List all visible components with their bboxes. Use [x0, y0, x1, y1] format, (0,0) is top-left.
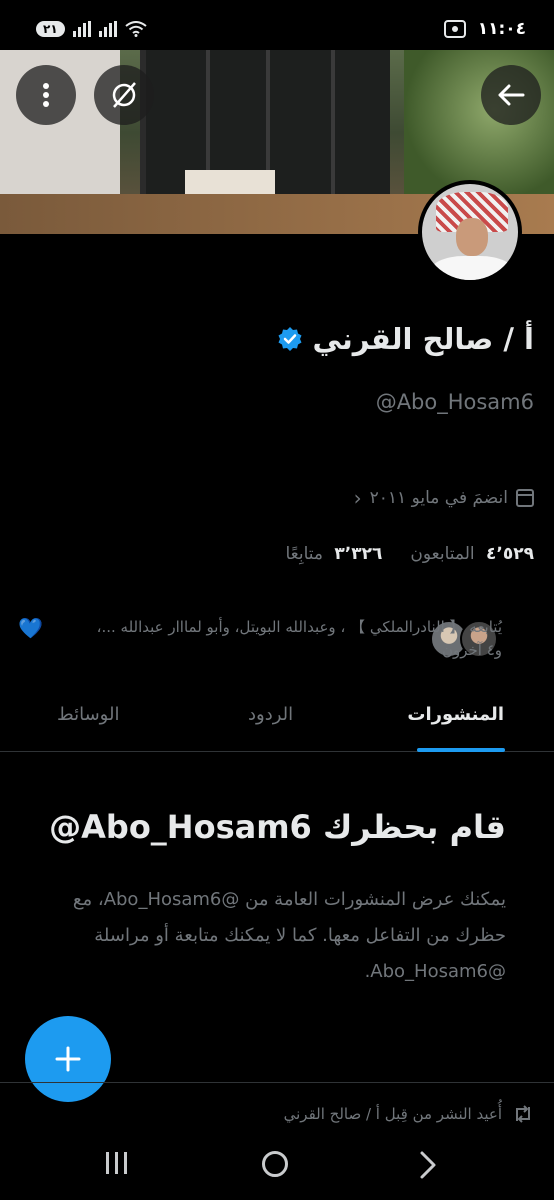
nav-back-button[interactable] — [418, 1150, 438, 1180]
tab-media[interactable]: الوسائط — [57, 704, 119, 725]
following-count: ٣٬٣٢٦ — [334, 544, 383, 564]
follow-stats: ٤٬٥٢٩ المتابعون ٣٬٣٢٦ متابِعًا — [285, 544, 534, 564]
status-bar: ٢١ ١١:٠٤ — [0, 0, 554, 50]
system-nav-bar — [0, 1128, 554, 1200]
status-left: ٢١ — [36, 21, 147, 37]
following-stat[interactable]: ٣٬٣٢٦ متابِعًا — [285, 544, 382, 564]
home-button[interactable] — [262, 1151, 288, 1177]
status-right: ١١:٠٤ — [443, 19, 526, 39]
known-followers-text[interactable]: يُتابعه 【 النادرالملكي 】 ، وعبدالله البو… — [92, 616, 502, 663]
more-vertical-icon — [43, 83, 49, 107]
screen-record-icon — [443, 20, 466, 38]
signal-icon-2 — [98, 21, 117, 37]
sim-badge: ٢١ — [36, 21, 65, 37]
followers-label: المتابعون — [410, 544, 475, 564]
tab-replies[interactable]: الردود — [248, 704, 293, 725]
more-button[interactable] — [16, 65, 76, 125]
chevron-left-icon: ‹ — [353, 486, 362, 510]
calendar-icon — [516, 489, 534, 507]
blocked-title: @Abo_Hosam6 قام بحظرك — [49, 808, 506, 846]
recent-apps-button[interactable] — [106, 1152, 127, 1174]
blocked-body: يمكنك عرض المنشورات العامة من @Abo_Hosam… — [72, 889, 506, 982]
grok-icon — [112, 82, 136, 108]
profile-avatar[interactable] — [418, 180, 522, 284]
following-label: متابِعًا — [285, 544, 323, 564]
profile-tabs: المنشورات الردود الوسائط — [0, 690, 554, 752]
compose-button[interactable] — [25, 1016, 111, 1102]
followers-stat[interactable]: ٤٬٥٢٩ المتابعون — [410, 544, 534, 564]
signal-icon — [72, 21, 91, 37]
divider — [0, 1082, 554, 1083]
display-name: أ / صالح القرني — [312, 322, 535, 356]
repost-icon — [516, 1105, 530, 1123]
joined-text: انضمَ في مايو ٢٠١١ — [369, 488, 508, 508]
back-button[interactable] — [481, 65, 541, 125]
heart-icon: 💙 — [18, 616, 43, 640]
clock: ١١:٠٤ — [477, 19, 526, 39]
tab-posts[interactable]: المنشورات — [407, 704, 504, 725]
display-name-row: أ / صالح القرني — [277, 322, 535, 356]
handle: @Abo_Hosam6 — [375, 390, 534, 414]
repost-text: أُعيد النشر من قِبل أ / صالح القرني — [283, 1105, 502, 1123]
grok-button[interactable] — [94, 65, 154, 125]
verified-badge-icon[interactable] — [277, 326, 303, 352]
followers-count: ٤٬٥٢٩ — [486, 544, 534, 564]
active-tab-indicator — [417, 748, 505, 752]
joined-date[interactable]: انضمَ في مايو ٢٠١١ ‹ — [354, 486, 534, 510]
wifi-icon — [125, 21, 147, 37]
repost-row[interactable]: أُعيد النشر من قِبل أ / صالح القرني — [284, 1104, 534, 1124]
plus-icon — [55, 1046, 81, 1072]
arrow-left-icon — [498, 84, 525, 106]
